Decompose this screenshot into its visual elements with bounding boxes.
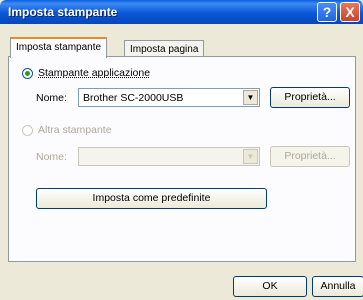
- other-printer-label[interactable]: Altra stampante: [38, 124, 112, 136]
- chevron-down-icon[interactable]: ▼: [243, 149, 258, 164]
- app-printer-name-label: Nome:: [36, 92, 67, 104]
- app-printer-name-value: Brother SC-2000USB: [83, 92, 184, 104]
- tab-label: Imposta stampante: [16, 42, 102, 53]
- other-printer-radio[interactable]: [22, 125, 33, 136]
- app-printer-radio[interactable]: [22, 68, 33, 79]
- tab-imposta-stampante[interactable]: Imposta stampante: [10, 37, 108, 58]
- radio-selected-dot: [25, 71, 30, 76]
- app-printer-label[interactable]: Stampante applicazione: [38, 67, 150, 79]
- ok-button[interactable]: OK: [233, 276, 307, 297]
- close-button[interactable]: X: [340, 2, 360, 22]
- tab-label: Imposta pagina: [130, 44, 199, 55]
- title-bar[interactable]: Imposta stampante ? X: [0, 0, 363, 24]
- help-icon: ?: [322, 4, 332, 20]
- app-printer-properties-button[interactable]: Proprietà...: [270, 87, 350, 108]
- other-printer-name-label: Nome:: [36, 151, 67, 163]
- other-printer-name-select[interactable]: ▼: [78, 147, 260, 166]
- cancel-button[interactable]: Annulla: [312, 276, 363, 297]
- tab-panel: Stampante applicazione Nome: Brother SC-…: [8, 56, 356, 262]
- print-setup-dialog: Imposta stampante ? X Imposta stampante …: [0, 0, 363, 300]
- close-icon: X: [345, 4, 355, 20]
- app-printer-name-select[interactable]: Brother SC-2000USB ▼: [78, 88, 260, 107]
- other-printer-properties-button[interactable]: Proprietà...: [270, 146, 350, 167]
- set-default-button[interactable]: Imposta come predefinite: [36, 188, 267, 209]
- chevron-down-icon[interactable]: ▼: [243, 90, 258, 105]
- help-button[interactable]: ?: [317, 2, 337, 22]
- window-title: Imposta stampante: [8, 5, 118, 19]
